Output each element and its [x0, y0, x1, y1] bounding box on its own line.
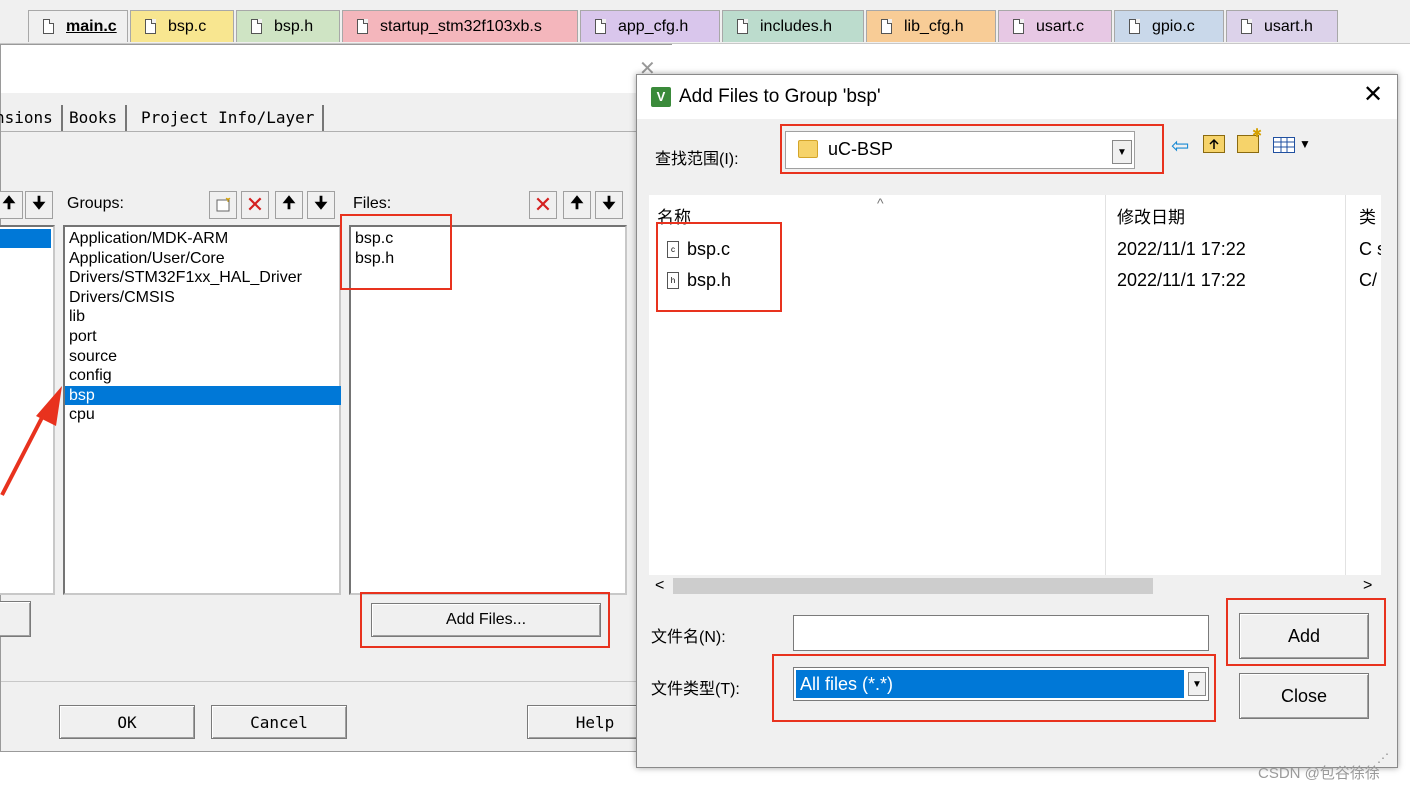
set-as-current-target-button[interactable]: [0, 601, 31, 637]
filename-label: 文件名(N):: [651, 629, 726, 646]
up-folder-icon[interactable]: [1203, 135, 1225, 153]
scroll-right-icon[interactable]: >: [1363, 577, 1372, 595]
file-icon: [1241, 19, 1252, 34]
footer-divider: [1, 681, 673, 682]
filetype-highlight-box: [772, 654, 1216, 722]
file-icon: [595, 19, 606, 34]
group-move-up-icon[interactable]: 🠉: [275, 191, 303, 219]
group-list-item[interactable]: Application/User/Core: [69, 249, 225, 268]
editor-tab-label: lib_cfg.h: [904, 17, 964, 35]
file-move-up-icon[interactable]: 🠉: [563, 191, 591, 219]
sort-ascending-icon: ^: [877, 195, 884, 211]
delete-group-icon[interactable]: ✕: [241, 191, 269, 219]
editor-tab-label: gpio.c: [1152, 17, 1195, 35]
move-up-button[interactable]: 🠉: [0, 191, 23, 219]
group-list-item[interactable]: port: [69, 327, 97, 346]
close-button[interactable]: Close: [1239, 673, 1369, 719]
file-icon: [43, 19, 54, 34]
editor-tab[interactable]: lib_cfg.h: [866, 10, 996, 42]
tab-project-info-layer[interactable]: Project Info/Layer: [133, 105, 325, 131]
group-list-item[interactable]: lib: [69, 307, 85, 326]
uvision-logo-icon: V: [651, 87, 671, 107]
dialog-title-bar: V Add Files to Group 'bsp' ✕: [637, 75, 1397, 119]
editor-tab-label: usart.c: [1036, 17, 1085, 35]
group-list-item[interactable]: Drivers/STM32F1xx_HAL_Driver: [69, 268, 302, 287]
dialog-close-icon[interactable]: ✕: [1363, 83, 1383, 107]
file-move-down-icon[interactable]: 🠋: [595, 191, 623, 219]
lookin-highlight-box: [780, 124, 1164, 174]
group-list-item[interactable]: Drivers/CMSIS: [69, 288, 175, 307]
ok-button[interactable]: OK: [59, 705, 195, 739]
editor-tab[interactable]: includes.h: [722, 10, 864, 42]
tab-extensions[interactable]: nsions: [0, 105, 63, 131]
editor-tab-strip: main.c bsp.c bsp.h startup_stm32f103xb.s app…: [0, 0, 1410, 44]
back-arrow-icon[interactable]: ⇦: [1171, 133, 1189, 159]
editor-tab-label: includes.h: [760, 17, 833, 35]
scrollbar-thumb[interactable]: [673, 578, 1153, 594]
view-dropdown-icon[interactable]: ▼: [1299, 137, 1311, 151]
tab-books[interactable]: Books: [61, 105, 128, 131]
editor-tab[interactable]: bsp.h: [236, 10, 340, 42]
groups-list[interactable]: Application/MDK-ARM Application/User/Core…: [63, 225, 341, 595]
column-header-type[interactable]: 类: [1359, 203, 1376, 228]
horizontal-scrollbar[interactable]: < >: [649, 575, 1381, 597]
filename-input[interactable]: [793, 615, 1209, 651]
group-list-item[interactable]: cpu: [69, 405, 95, 424]
new-group-icon[interactable]: [209, 191, 237, 219]
column-header-date[interactable]: 修改日期: [1117, 203, 1185, 228]
group-move-down-icon[interactable]: 🠋: [307, 191, 335, 219]
editor-tab-label: bsp.h: [274, 17, 314, 35]
targets-list-selection: [0, 229, 51, 248]
editor-tab[interactable]: bsp.c: [130, 10, 234, 42]
add-files-highlight-box: [360, 592, 610, 648]
add-button-highlight-box: [1226, 598, 1386, 666]
editor-tab[interactable]: main.c: [28, 10, 128, 42]
tab-divider: [1, 131, 673, 132]
filetype-label: 文件类型(T):: [651, 681, 740, 698]
file-type: C s: [1359, 239, 1381, 259]
editor-tab[interactable]: usart.h: [1226, 10, 1338, 42]
file-icon: [737, 19, 748, 34]
editor-tab[interactable]: usart.c: [998, 10, 1112, 42]
editor-tab-label: main.c: [66, 17, 117, 35]
file-type: C/: [1359, 270, 1377, 290]
files-highlight-box: [340, 214, 452, 290]
editor-tab-label: usart.h: [1264, 17, 1313, 35]
cancel-button[interactable]: Cancel: [211, 705, 347, 739]
delete-file-icon[interactable]: ✕: [529, 191, 557, 219]
scroll-left-icon[interactable]: <: [655, 577, 664, 595]
dialog-title: Add Files to Group 'bsp': [679, 86, 881, 107]
files-label: Files:: [353, 195, 392, 212]
group-list-item[interactable]: source: [69, 347, 117, 366]
file-date: 2022/11/1 17:22: [1117, 239, 1246, 259]
file-icon: [357, 19, 368, 34]
file-icon: [881, 19, 892, 34]
new-folder-icon[interactable]: ✱: [1237, 126, 1262, 153]
editor-tab[interactable]: startup_stm32f103xb.s: [342, 10, 578, 42]
file-icon: [251, 19, 262, 34]
group-list-item[interactable]: bsp: [65, 385, 341, 405]
file-list-highlight-box: [656, 222, 782, 312]
file-icon: [145, 19, 156, 34]
project-dialog-header: [1, 45, 673, 93]
file-date: 2022/11/1 17:22: [1117, 270, 1246, 290]
editor-tab[interactable]: app_cfg.h: [580, 10, 720, 42]
editor-tab-label: bsp.c: [168, 17, 207, 35]
groups-label: Groups:: [67, 195, 124, 212]
watermark: CSDN @包谷徐徐: [1258, 765, 1380, 782]
lookin-label: 查找范围(I):: [655, 151, 739, 168]
editor-tab-label: app_cfg.h: [618, 17, 689, 35]
move-down-button[interactable]: 🠋: [25, 191, 53, 219]
file-icon: [1129, 19, 1140, 34]
group-list-item[interactable]: Application/MDK-ARM: [69, 229, 228, 248]
editor-tab[interactable]: gpio.c: [1114, 10, 1224, 42]
red-arrow-annotation: [0, 386, 62, 496]
group-list-item[interactable]: config: [69, 366, 112, 385]
editor-tab-label: startup_stm32f103xb.s: [380, 17, 542, 35]
file-icon: [1013, 19, 1024, 34]
view-menu-icon[interactable]: [1273, 137, 1295, 153]
